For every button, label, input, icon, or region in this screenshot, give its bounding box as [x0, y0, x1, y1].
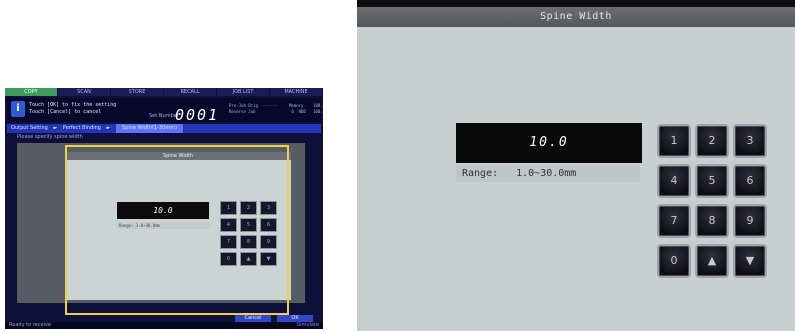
- status-bar: Ready to receive Simulate: [5, 322, 323, 329]
- key-1[interactable]: 1: [657, 124, 691, 158]
- control-panel-thumbnail: COPY SCAN STORE RECALL JOB LIST MACHINE …: [5, 88, 323, 329]
- range-value: 1.0~30.0mm: [516, 168, 577, 179]
- breadcrumb-spine-width: Spine Width(1-30mm): [115, 124, 184, 133]
- key-9[interactable]: 9: [733, 204, 767, 238]
- cancel-button[interactable]: Cancel: [235, 315, 271, 322]
- job-status-labels: Pre-Job Orig ------ Reserve Job: [229, 103, 278, 114]
- memory-status: Memory 100.000% 0 HDD 100.000%: [289, 103, 323, 114]
- range-label: Range:: [462, 168, 499, 179]
- tab-job-list[interactable]: JOB LIST: [217, 88, 270, 96]
- breadcrumb-perfect-binding[interactable]: Perfect Binding: [63, 124, 101, 133]
- highlight-frame: [65, 145, 289, 315]
- breadcrumb-output-setting[interactable]: Output Setting: [11, 124, 48, 133]
- ok-button[interactable]: OK: [277, 315, 313, 322]
- dialog-top-bar: [357, 0, 795, 7]
- simulate-link[interactable]: Simulate: [297, 322, 319, 329]
- numeric-keypad: 1 2 3 4 5 6 7 8 9 0 ▲ ▼: [657, 124, 767, 278]
- status-text: Ready to receive: [9, 322, 51, 328]
- key-7[interactable]: 7: [657, 204, 691, 238]
- key-2[interactable]: 2: [695, 124, 729, 158]
- tab-store[interactable]: STORE: [111, 88, 164, 96]
- spine-width-value-display: 10.0: [456, 123, 642, 163]
- up-arrow-icon[interactable]: ▲: [695, 244, 729, 278]
- tab-scan[interactable]: SCAN: [58, 88, 111, 96]
- key-8[interactable]: 8: [695, 204, 729, 238]
- breadcrumb: Output Setting ► Perfect Binding ► Spine…: [7, 124, 321, 133]
- tab-recall[interactable]: RECALL: [164, 88, 217, 96]
- breadcrumb-separator-icon: ►: [53, 125, 58, 131]
- spine-width-dialog: Spine Width 10.0 Range: 1.0~30.0mm 1 2 3 …: [357, 0, 795, 331]
- key-0[interactable]: 0: [657, 244, 691, 278]
- message-area: i Touch [OK] to fix the setting Touch [C…: [7, 98, 323, 124]
- set-number-value: 0001: [175, 106, 220, 124]
- down-arrow-icon[interactable]: ▼: [733, 244, 767, 278]
- key-5[interactable]: 5: [695, 164, 729, 198]
- key-6[interactable]: 6: [733, 164, 767, 198]
- instruction-message: Touch [OK] to fix the setting Touch [Can…: [29, 102, 117, 115]
- info-icon: i: [11, 101, 25, 117]
- mode-tab-bar: COPY SCAN STORE RECALL JOB LIST MACHINE: [5, 88, 323, 96]
- tab-copy[interactable]: COPY: [5, 88, 58, 96]
- range-info: Range: 1.0~30.0mm: [456, 165, 640, 182]
- key-4[interactable]: 4: [657, 164, 691, 198]
- prompt-text: Please specify spine width: [17, 134, 83, 140]
- tab-machine[interactable]: MACHINE: [270, 88, 323, 96]
- key-3[interactable]: 3: [733, 124, 767, 158]
- breadcrumb-separator-icon: ►: [106, 125, 111, 131]
- dialog-title: Spine Width: [357, 7, 795, 27]
